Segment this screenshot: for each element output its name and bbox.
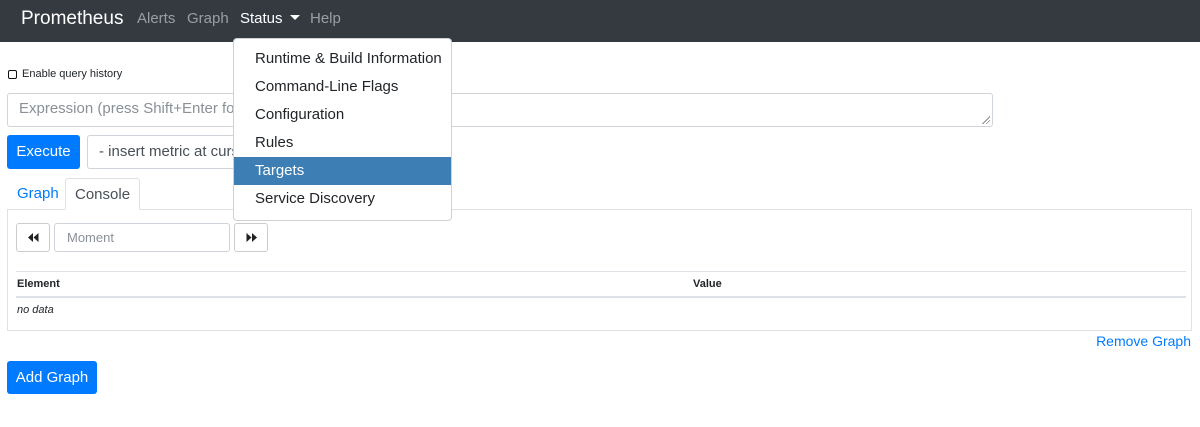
menu-item-configuration[interactable]: Configuration [234, 101, 451, 129]
menu-item-rules[interactable]: Rules [234, 129, 451, 157]
menu-item-service-discovery[interactable]: Service Discovery [234, 185, 451, 213]
query-history-label: Enable query history [22, 68, 123, 80]
menu-item-targets[interactable]: Targets [234, 157, 451, 185]
tab-console[interactable]: Console [65, 178, 141, 210]
caret-down-icon [289, 15, 300, 20]
execute-button[interactable]: Execute [7, 135, 80, 169]
menu-item-command-line-flags[interactable]: Command-Line Flags [234, 73, 451, 101]
forward-icon [246, 233, 257, 242]
column-header-element: Element [17, 278, 60, 290]
tab-graph[interactable]: Graph [8, 178, 68, 210]
insert-metric-select[interactable]: - insert metric at curso [87, 135, 237, 169]
nav-help[interactable]: Help [310, 10, 341, 28]
add-graph-button[interactable]: Add Graph [7, 361, 97, 394]
menu-item-runtime-build-info[interactable]: Runtime & Build Information [234, 45, 451, 73]
table-header-border [16, 296, 1186, 298]
table-top-border [16, 271, 1186, 272]
nav-alerts[interactable]: Alerts [137, 10, 175, 28]
backward-icon [27, 233, 38, 242]
query-history-checkbox[interactable] [8, 69, 17, 79]
top-navbar: Prometheus Alerts Graph Status Help [0, 0, 1200, 42]
resize-handle-icon[interactable] [982, 116, 990, 124]
expression-placeholder: Expression (press Shift+Enter for n [19, 100, 253, 117]
column-header-value: Value [693, 278, 722, 290]
moment-input[interactable]: Moment [54, 223, 230, 252]
remove-graph-link[interactable]: Remove Graph [1096, 333, 1191, 349]
nav-graph[interactable]: Graph [187, 10, 229, 28]
status-dropdown-menu: Runtime & Build Information Command-Line… [233, 38, 452, 221]
expression-input[interactable]: Expression (press Shift+Enter for n [7, 93, 993, 127]
nav-status[interactable]: Status [240, 10, 300, 28]
time-forward-button[interactable] [234, 223, 268, 252]
query-history-toggle[interactable]: Enable query history [8, 67, 122, 81]
brand-logo[interactable]: Prometheus [21, 8, 123, 30]
time-back-button[interactable] [16, 223, 50, 252]
nav-status-label: Status [240, 10, 283, 27]
no-data-text: no data [17, 304, 54, 316]
